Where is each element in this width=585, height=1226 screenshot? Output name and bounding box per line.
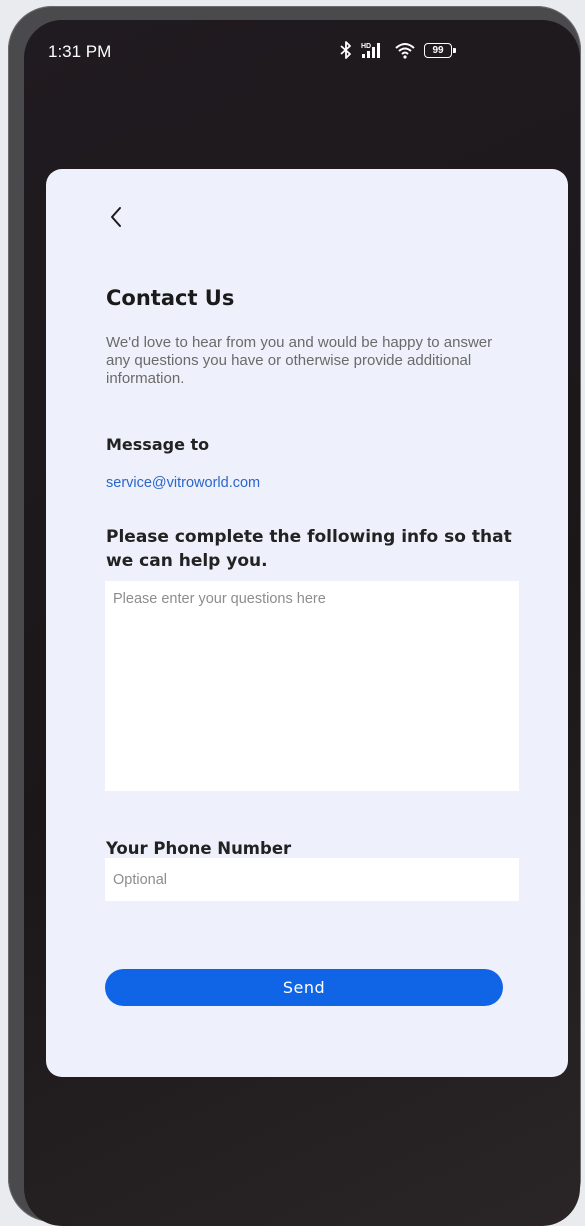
chevron-left-icon [109, 206, 123, 232]
screen: 1:31 PM HD 99 Contact Us We'd love to he… [24, 20, 580, 1226]
intro-text: We'd love to hear from you and would be … [106, 334, 493, 387]
contact-card: Contact Us We'd love to hear from you an… [46, 169, 568, 1077]
phone-number-label: Your Phone Number [106, 839, 292, 858]
message-to-label: Message to [106, 435, 210, 454]
bluetooth-icon [340, 41, 352, 59]
status-bar: 1:31 PM HD 99 [24, 20, 580, 80]
complete-info-label: Please complete the following info so th… [106, 527, 512, 571]
phone-frame: 1:31 PM HD 99 Contact Us We'd love to he… [8, 6, 581, 1226]
status-icons: HD 99 [340, 38, 456, 62]
status-time: 1:31 PM [48, 42, 112, 61]
phone-number-input[interactable] [105, 858, 519, 901]
email-link[interactable]: service@vitroworld.com [106, 475, 260, 491]
questions-textarea[interactable] [105, 581, 519, 791]
wifi-icon [394, 41, 416, 59]
svg-text:HD: HD [361, 43, 371, 50]
battery-icon: 99 [424, 42, 456, 58]
page-title: Contact Us [106, 286, 235, 310]
back-button[interactable] [102, 205, 130, 233]
signal-icon: HD [360, 41, 386, 59]
send-button[interactable]: Send [105, 969, 503, 1006]
